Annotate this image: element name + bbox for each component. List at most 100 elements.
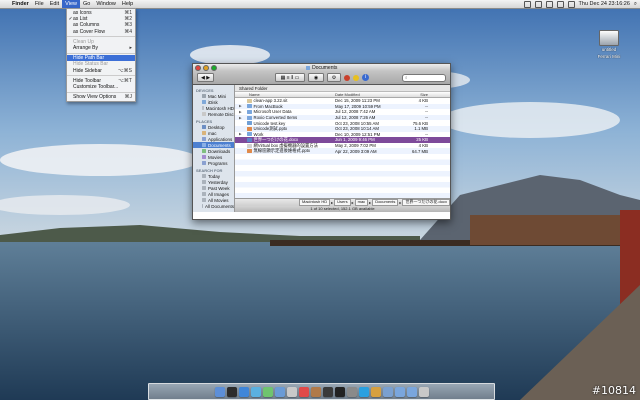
disclosure-triangle-icon[interactable]: ▶ bbox=[239, 110, 245, 114]
column-header-size[interactable]: Size bbox=[400, 92, 431, 97]
file-icon bbox=[247, 98, 252, 103]
folder-icon bbox=[247, 104, 252, 109]
menu-go[interactable]: Go bbox=[80, 0, 93, 8]
file-date: Dec 10, 2009 12:51 PM bbox=[335, 131, 381, 137]
path-crumb[interactable]: mac bbox=[354, 199, 369, 206]
checkmark-icon: ✓ bbox=[68, 16, 73, 23]
window-title: Documents bbox=[312, 64, 338, 71]
quick-look-button[interactable]: ◉ bbox=[308, 73, 324, 82]
time-machine-icon[interactable] bbox=[523, 0, 531, 8]
bluetooth-icon[interactable] bbox=[534, 0, 542, 8]
view-menu-item-label: Show View Options bbox=[73, 94, 117, 101]
path-crumb[interactable]: Users bbox=[334, 199, 351, 206]
file-size: 4 KB bbox=[418, 143, 428, 149]
menu-app-finder[interactable]: Finder bbox=[9, 0, 32, 8]
desktop-drive-icon[interactable]: untitled Ferrari Mini bbox=[594, 30, 624, 59]
file-size: 4 KB bbox=[418, 98, 428, 104]
column-header-name[interactable]: Name bbox=[235, 92, 332, 97]
sidebar-item-label: Today bbox=[208, 173, 221, 179]
column-header-date[interactable]: Date Modified bbox=[332, 92, 400, 97]
mail-icon[interactable] bbox=[274, 386, 285, 397]
disclosure-triangle-icon[interactable]: ▶ bbox=[239, 116, 245, 120]
file-row[interactable]: ▶ Microsoft User Data Jul 12, 2008 7:42 AM… bbox=[235, 109, 450, 115]
drive-label-2: Ferrari Mini bbox=[597, 54, 621, 59]
view-menu-item-label: Hide Toolbar bbox=[73, 77, 101, 84]
path-crumb[interactable]: Documents bbox=[372, 199, 399, 206]
search-field[interactable]: ⌕ bbox=[402, 73, 446, 82]
file-date: Jul 12, 2008 7:42 AM bbox=[335, 109, 376, 115]
battery-icon[interactable] bbox=[567, 0, 575, 8]
sidebar-item-label: Macintosh HD bbox=[205, 105, 234, 111]
folder-icon[interactable] bbox=[394, 386, 405, 397]
stop-icon[interactable] bbox=[344, 74, 350, 81]
view-mode-buttons[interactable]: ▦ ≡ ⫴ ▭ bbox=[275, 73, 305, 82]
view-menu-item-label: as Icons bbox=[73, 10, 92, 17]
view-menu-item[interactable]: Arrange By ▸ bbox=[67, 45, 135, 51]
image-id-badge: #10814 bbox=[591, 384, 636, 397]
disclosure-triangle-icon[interactable]: ▶ bbox=[239, 132, 245, 136]
view-menu-item[interactable]: Hide Sidebar ⌥⌘S bbox=[67, 68, 135, 74]
sidebar-item-label: Movies bbox=[208, 154, 223, 160]
itunes-icon[interactable] bbox=[250, 386, 261, 397]
menu-help[interactable]: Help bbox=[119, 0, 136, 8]
view-menu-item-label: Customize Toolbar... bbox=[73, 83, 119, 90]
back-forward-buttons[interactable]: ◀ ▶ bbox=[197, 73, 214, 82]
file-row[interactable]: ▶ Roxio Converted Items Jul 12, 2008 7:26 … bbox=[235, 114, 450, 121]
disclosure-triangle-icon[interactable]: ▶ bbox=[239, 104, 245, 108]
sidebar-item-label: iDisk bbox=[208, 99, 218, 105]
folder-icon[interactable] bbox=[406, 386, 417, 397]
file-size: -- bbox=[425, 103, 428, 109]
ichat-icon[interactable] bbox=[262, 386, 273, 397]
menu-separator bbox=[67, 91, 135, 93]
file-row[interactable]: Unicode測試.pptx Oct 23, 2008 10:14 AM 1.1 M… bbox=[235, 126, 450, 132]
wifi-icon[interactable] bbox=[545, 0, 553, 8]
app-icon[interactable] bbox=[370, 386, 381, 397]
dashboard-icon[interactable] bbox=[226, 386, 237, 397]
safari-icon[interactable] bbox=[238, 386, 249, 397]
view-menu-item[interactable]: as Cover Flow ⌘4 bbox=[67, 29, 135, 35]
radioactive-icon[interactable] bbox=[353, 74, 359, 81]
menu-file[interactable]: File bbox=[32, 0, 47, 8]
photo-booth-icon[interactable] bbox=[322, 386, 333, 397]
volume-icon[interactable] bbox=[556, 0, 564, 8]
terminal-icon[interactable] bbox=[334, 386, 345, 397]
address-book-icon[interactable] bbox=[310, 386, 321, 397]
hard-drive-icon bbox=[599, 30, 619, 46]
path-crumb[interactable]: 世界一つだけの花.docx bbox=[402, 199, 450, 206]
file-list: clean-app 3.22.sit Dec 15, 2009 11:23 PM 4… bbox=[235, 98, 450, 154]
info-icon[interactable]: i bbox=[362, 74, 369, 81]
calendar-icon[interactable] bbox=[298, 386, 309, 397]
preview-icon[interactable] bbox=[286, 386, 297, 397]
action-button[interactable]: ⚙ bbox=[327, 73, 341, 82]
trash-icon[interactable] bbox=[418, 386, 429, 397]
menu-edit[interactable]: Edit bbox=[47, 0, 62, 8]
spotlight-icon[interactable]: ⌕ bbox=[634, 1, 637, 8]
sidebar-item-icon bbox=[202, 137, 206, 141]
system-preferences-icon[interactable] bbox=[346, 386, 357, 397]
finder-icon[interactable] bbox=[214, 386, 225, 397]
file-name-cell: ▶ From MacBook bbox=[235, 104, 332, 109]
file-name: clean-app 3.22.sit bbox=[253, 98, 288, 104]
search-icon: ⌕ bbox=[405, 75, 408, 80]
file-date: Jul 12, 2008 7:26 AM bbox=[335, 115, 376, 121]
menu-view[interactable]: View bbox=[62, 0, 80, 8]
file-icon bbox=[247, 143, 252, 148]
sidebar-item-icon bbox=[202, 174, 206, 178]
skype-icon[interactable] bbox=[358, 386, 369, 397]
file-row[interactable]: ▶ From MacBook May 17, 2009 10:59 PM -- bbox=[235, 103, 450, 110]
app-icon[interactable] bbox=[382, 386, 393, 397]
file-name: Unicode測試.pptx bbox=[253, 125, 288, 131]
sidebar-item-icon bbox=[202, 100, 206, 104]
folder-icon bbox=[247, 115, 252, 120]
view-menu-dropdown: as Icons ⌘1 ✓ as List ⌘2 as Columns ⌘3 as Cover… bbox=[66, 8, 136, 103]
window-titlebar[interactable]: Documents bbox=[193, 64, 450, 71]
path-crumb[interactable]: Macintosh HD bbox=[299, 199, 331, 206]
view-menu-item[interactable]: Customize Toolbar... bbox=[67, 84, 135, 90]
menubar-clock[interactable]: Thu Dec 24 23:16:26 bbox=[579, 1, 630, 7]
view-menu-item[interactable]: Show View Options ⌘J bbox=[67, 94, 135, 100]
file-row[interactable]: clean-app 3.22.sit Dec 15, 2009 11:23 PM 4… bbox=[235, 98, 450, 104]
file-size: 25 KB bbox=[416, 137, 428, 143]
menu-window[interactable]: Window bbox=[93, 0, 119, 8]
sidebar-item[interactable]: All Documents bbox=[193, 203, 234, 209]
file-list-area: Shared Folder Name Date Modified Size cl… bbox=[235, 85, 450, 212]
